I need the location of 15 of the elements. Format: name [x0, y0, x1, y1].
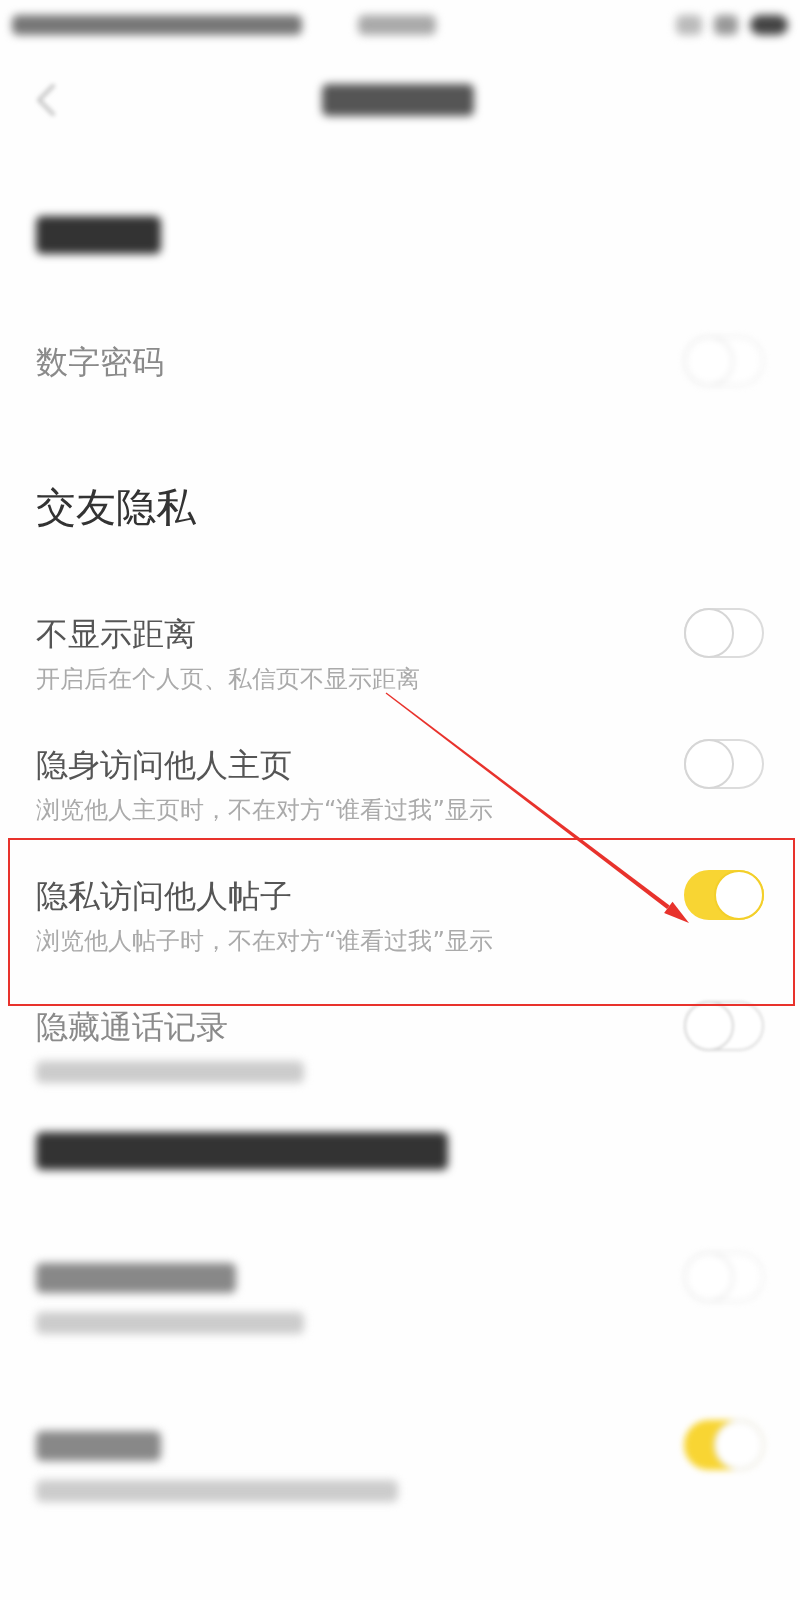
setting-title: 数字密码 [36, 342, 164, 383]
back-icon[interactable] [36, 84, 56, 116]
setting-title: 不显示距离 [36, 614, 197, 655]
toggle-switch[interactable] [684, 870, 764, 920]
section-title: 交友隐私 [36, 483, 196, 532]
toggle-switch[interactable] [684, 739, 764, 789]
setting-description: 开启后在个人页、私信页不显示距离 [36, 664, 420, 694]
setting-description: 浏览他人主页时，不在对方“谁看过我”显示 [36, 795, 493, 825]
toggle-switch[interactable] [684, 608, 764, 658]
toggle-switch[interactable] [684, 1420, 764, 1470]
setting-title: 隐藏通话记录 [36, 1007, 229, 1048]
setting-description: 浏览他人帖子时，不在对方“谁看过我”显示 [36, 926, 493, 956]
setting-title: 隐身访问他人主页 [36, 745, 293, 786]
toggle-switch[interactable] [684, 1001, 764, 1051]
setting-title: 隐私访问他人帖子 [36, 876, 293, 917]
